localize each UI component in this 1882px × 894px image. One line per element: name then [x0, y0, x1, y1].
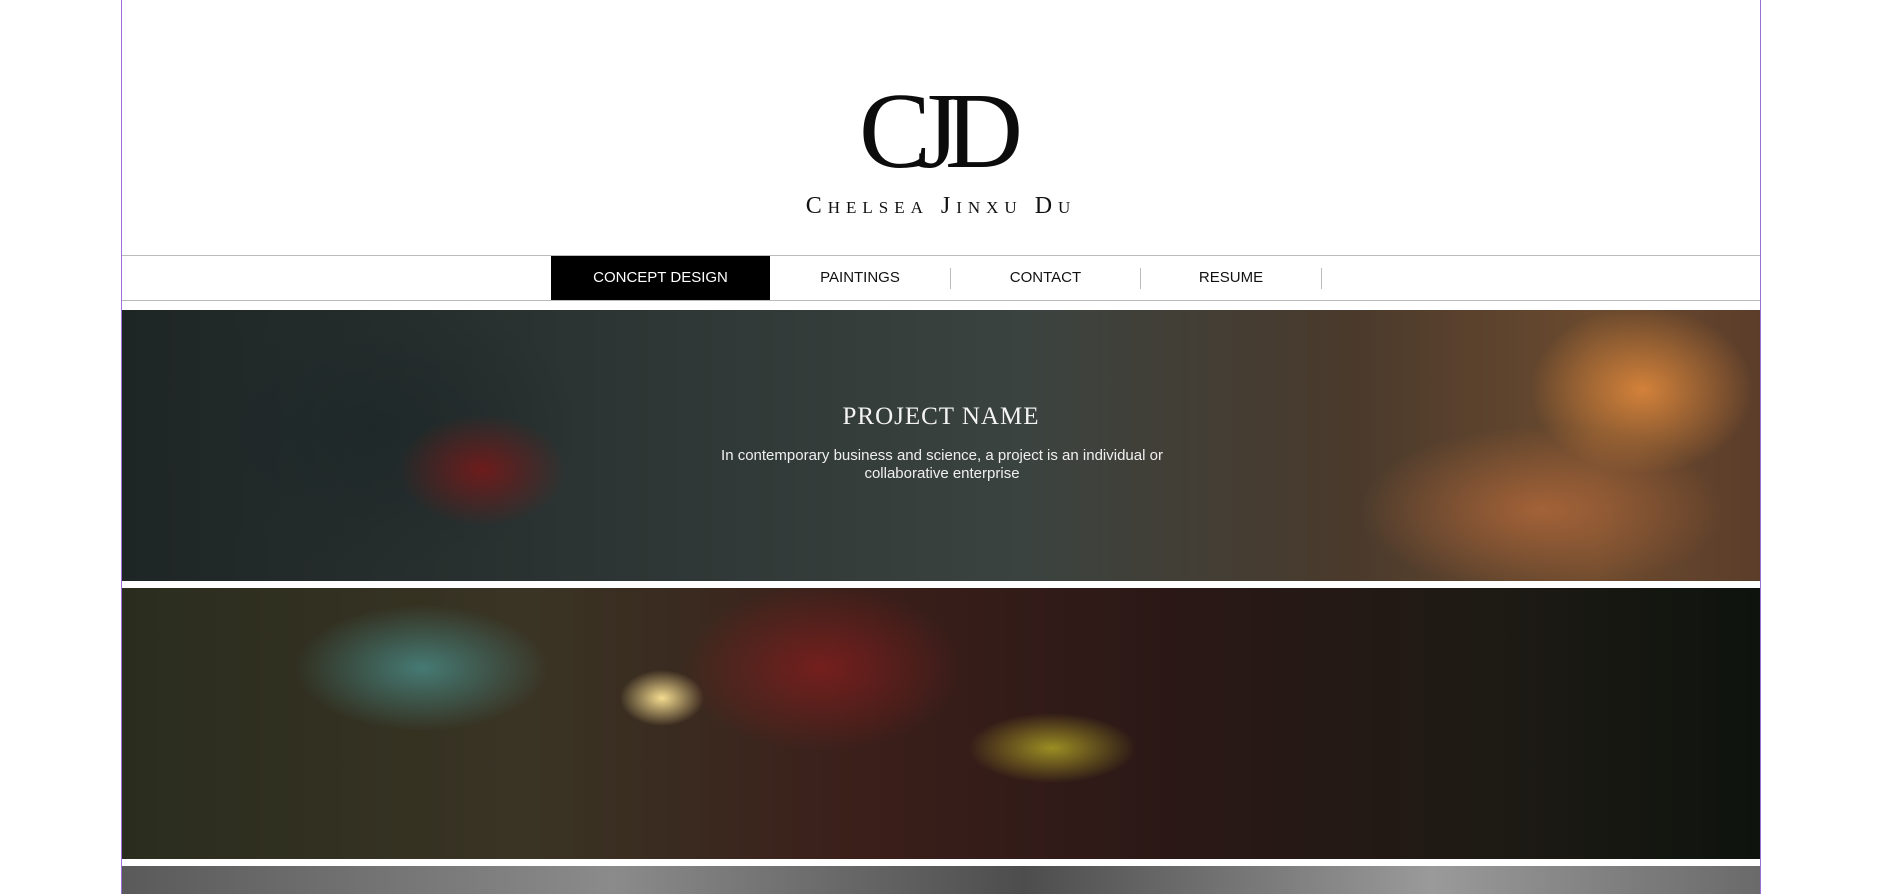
project-banner[interactable]: PROJECT NAME In contemporary business an… [122, 310, 1760, 581]
project-title: PROJECT NAME [842, 403, 1040, 430]
page-container: CJD Chelsea Jinxu Du CONCEPT DESIGN PAIN… [121, 0, 1761, 894]
nav-divider [1321, 268, 1322, 289]
project-banner-image[interactable] [122, 588, 1760, 859]
nav-paintings[interactable]: PAINTINGS [770, 256, 950, 300]
nav-contact[interactable]: CONTACT [951, 256, 1140, 300]
site-name: Chelsea Jinxu Du [805, 193, 1077, 219]
logo[interactable]: CJD [122, 78, 1760, 186]
nav-resume[interactable]: RESUME [1141, 256, 1321, 300]
project-description: In contemporary business and science, a … [721, 447, 1163, 482]
nav-concept-design[interactable]: CONCEPT DESIGN [551, 256, 770, 300]
main-nav: CONCEPT DESIGN PAINTINGS CONTACT RESUME [122, 255, 1760, 301]
project-banner-image[interactable] [122, 866, 1760, 894]
logo-monogram: CJD [858, 72, 1023, 191]
